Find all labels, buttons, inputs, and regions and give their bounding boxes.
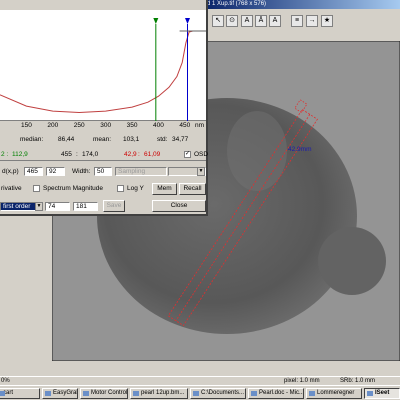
osd-checkbox[interactable]: ✓ (184, 151, 191, 158)
taskbar: cart EasyGrab - Ch... Motor Control ... … (0, 385, 400, 400)
arrow-icon[interactable]: ↖ (212, 15, 224, 27)
x-tick: 450 (179, 122, 191, 129)
status-pixel: pixel: 1.0 mm (284, 378, 320, 384)
cursor-readout: 2 : 112,9 455 : 174,0 42,9 : 61,09 ✓ OSD (0, 149, 209, 161)
field-a[interactable]: 74 (45, 202, 70, 211)
text-a-bold-icon[interactable]: A (269, 15, 281, 27)
sampling-select[interactable]: Sampling (115, 167, 167, 176)
mean-value: 103,1 (123, 136, 140, 143)
recall-button[interactable]: Recall (179, 183, 206, 195)
text-a-box-icon[interactable]: Ā (255, 15, 267, 27)
list-icon[interactable]: ≡ (291, 15, 303, 27)
green-cursor-prefix: 2 : (1, 151, 9, 158)
width-field[interactable]: 50 (94, 167, 112, 176)
x-tick: 250 (73, 122, 85, 129)
image-toolbar: ↖ ⊙ A Ā A ≡ → ★ (205, 9, 400, 41)
line-plot[interactable] (0, 10, 206, 121)
x-tick: 300 (100, 122, 112, 129)
taskbar-item-lommeregner[interactable]: Lommeregner (306, 388, 362, 399)
separator: : (76, 151, 78, 158)
cursor-blue-marker[interactable] (185, 18, 191, 24)
spectrum-dialog: 150 200 250 300 350 400 450 nm median: 8… (0, 0, 208, 216)
x-tick: 150 (20, 122, 32, 129)
plot-svg (0, 18, 206, 121)
order-select[interactable]: first order (0, 202, 36, 211)
median-label: median: (20, 136, 44, 143)
taskbar-item-pearl-doc[interactable]: Pearl.doc - Mic... (248, 388, 304, 399)
taskbar-item-iseet[interactable]: ISeet (364, 388, 400, 399)
x-unit: nm (195, 122, 205, 129)
taskbar-item-easygrab[interactable]: EasyGrab - Ch... (42, 388, 78, 399)
taskbar-item-pearl-bmp[interactable]: pearl 12up.bm... (130, 388, 188, 399)
x-tick: 350 (126, 122, 138, 129)
width-label: Width: (72, 168, 91, 175)
mem-button[interactable]: Mem (152, 183, 177, 195)
chevron-down-icon[interactable]: ▼ (35, 202, 43, 211)
image-window-title: d 1 Xup.tif (768 x 576) (205, 0, 400, 9)
taskbar-item-documents[interactable]: C:\Documents... (190, 388, 246, 399)
osd-label: OSD (194, 151, 209, 158)
red-cursor-x: 42,9 (124, 151, 137, 158)
series-line (0, 30, 206, 114)
point-y-field[interactable]: 92 (46, 167, 65, 176)
start-button[interactable]: cart (0, 388, 40, 399)
field-b[interactable]: 181 (73, 202, 98, 211)
derivative-label: rivative (1, 185, 22, 192)
point-label: d(x,p) (2, 168, 19, 175)
close-button[interactable]: Close (152, 200, 206, 212)
status-srb: SRb: 1.0 mm (340, 378, 376, 384)
log-y-checkbox[interactable] (117, 185, 124, 192)
x-tick: 400 (153, 122, 164, 129)
spectrum-magnitude-label: Spectrum Magnitude (43, 185, 103, 192)
chevron-down-icon[interactable]: ▼ (197, 167, 205, 176)
save-button[interactable]: Save (103, 200, 125, 212)
measure-label: 42.9mm (288, 146, 311, 153)
status-bar: 0% pixel: 1.0 mm SRb: 1.0 mm (0, 376, 400, 385)
status-left: 0% (1, 378, 10, 384)
arrow-right-icon[interactable]: → (306, 15, 318, 27)
std-value: 34,77 (172, 136, 189, 143)
point-x-field[interactable]: 465 (24, 167, 43, 176)
taskbar-item-motor-control[interactable]: Motor Control ... (80, 388, 128, 399)
x-tick: 200 (47, 122, 59, 129)
cursor-green-marker[interactable] (153, 18, 159, 24)
std-label: std: (157, 136, 168, 143)
x-axis-ticks: 150 200 250 300 350 400 450 nm (0, 121, 206, 130)
pearl-nub (318, 227, 386, 295)
pointer-icon[interactable]: ⊙ (226, 15, 238, 27)
red-cursor-y: 61,09 (144, 151, 161, 158)
green-cursor-value: 112,9 (12, 151, 28, 158)
text-a-icon[interactable]: A (241, 15, 253, 27)
stats-row: median: 86,44 mean: 103,1 std: 34,77 (0, 136, 206, 146)
separator: : (138, 151, 140, 158)
mean-label: mean: (93, 136, 112, 143)
spectrum-magnitude-checkbox[interactable] (33, 185, 40, 192)
log-y-label: Log Y (127, 185, 144, 192)
median-value: 86,44 (58, 136, 75, 143)
blue-cursor-y: 174,0 (82, 151, 99, 158)
marker-icon[interactable]: ★ (321, 15, 333, 27)
blue-cursor-x: 455 (61, 151, 72, 158)
